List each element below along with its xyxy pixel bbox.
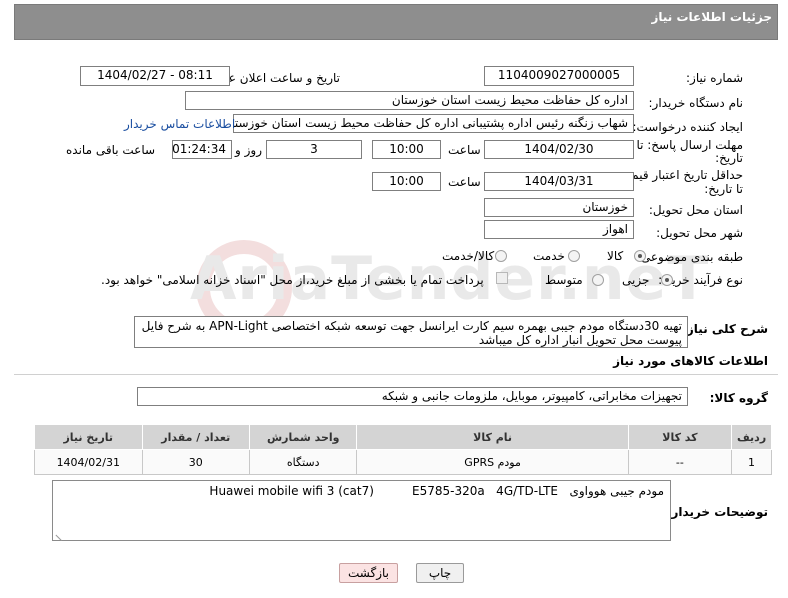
category-option-goods: کالا xyxy=(607,249,624,263)
response-deadline-time-field: 10:00 xyxy=(372,140,441,159)
buyer-notes-text: مودم جیبی هوواوی Huawei mobile wifi 3 (c… xyxy=(209,484,664,498)
process-radio-medium[interactable] xyxy=(592,274,604,286)
delivery-city-field: اهواز xyxy=(484,220,634,239)
announce-datetime-field: 1404/02/27 - 08:11 xyxy=(80,66,230,86)
delivery-province-label: استان محل تحویل: xyxy=(648,203,743,217)
general-description-field: تهیه 30دستگاه مودم جیبی بهمره سیم کارت ا… xyxy=(134,316,688,348)
process-radio-minor[interactable] xyxy=(661,274,673,286)
buyer-org-field: اداره کل حفاظت محیط زیست استان خوزستان xyxy=(185,91,634,110)
general-description-label: شرح کلی نیاز: xyxy=(682,322,768,336)
process-option-medium: متوسط xyxy=(545,273,583,287)
goods-section-title: اطلاعات کالاهای مورد نیاز xyxy=(613,354,768,368)
response-deadline-label-line2: تاریخ: xyxy=(715,151,743,165)
response-deadline-days-label: روز و xyxy=(235,143,262,157)
table-row: 1 -- مودم GPRS دستگاه 30 1404/02/31 xyxy=(34,449,772,475)
category-option-goods-service: کالا/خدمت xyxy=(442,249,495,263)
requester-label: ایجاد کننده درخواست: xyxy=(632,120,743,134)
goods-group-label: گروه کالا: xyxy=(709,391,768,405)
treasury-payment-checkbox[interactable] xyxy=(496,272,508,284)
col-code: کد کالا xyxy=(627,424,733,450)
goods-section-divider xyxy=(14,374,778,375)
response-deadline-date-field: 1404/02/30 xyxy=(484,140,634,159)
goods-group-field: تجهیزات مخابراتی، کامپیوتر، موبایل، ملزو… xyxy=(137,387,688,406)
cell-code: -- xyxy=(627,449,733,475)
cell-qty: 30 xyxy=(141,449,251,475)
cell-date: 1404/02/31 xyxy=(34,449,143,475)
goods-table-header: ردیف کد کالا نام کالا واحد شمارش تعداد /… xyxy=(34,424,772,450)
category-radio-goods[interactable] xyxy=(634,250,646,262)
delivery-province-field: خوزستان xyxy=(484,198,634,217)
requester-field: شهاب زنگنه رئیس اداره پشتیبانی اداره کل … xyxy=(233,114,634,133)
process-option-minor: جزیی xyxy=(622,273,650,287)
price-validity-date-field: 1404/03/31 xyxy=(484,172,634,191)
category-radio-goods-service[interactable] xyxy=(495,250,507,262)
goods-table: ردیف کد کالا نام کالا واحد شمارش تعداد /… xyxy=(34,424,772,475)
price-validity-time-field: 10:00 xyxy=(372,172,441,191)
cell-name: مودم GPRS xyxy=(356,449,629,475)
delivery-city-label: شهر محل تحویل: xyxy=(656,226,743,240)
category-option-service: خدمت xyxy=(533,249,565,263)
response-deadline-time-label: ساعت xyxy=(448,143,481,157)
page-title: جزئیات اطلاعات نیاز xyxy=(651,10,772,24)
treasury-payment-note: پرداخت تمام یا بخشی از مبلغ خرید،از محل … xyxy=(101,273,484,287)
cell-unit: دستگاه xyxy=(248,449,358,475)
buyer-notes-field: مودم جیبی هوواوی Huawei mobile wifi 3 (c… xyxy=(52,480,671,541)
buyer-notes-label: توضیحات خریدار: xyxy=(666,505,768,519)
col-qty: تعداد / مقدار xyxy=(141,424,251,450)
price-validity-label-line2: تا تاریخ: xyxy=(704,182,743,196)
col-unit: واحد شمارش xyxy=(248,424,358,450)
price-validity-label-line1: حداقل تاریخ اعتبار قیمت: xyxy=(616,168,743,182)
back-button[interactable]: بازگشت xyxy=(339,563,398,583)
price-validity-time-label: ساعت xyxy=(448,175,481,189)
category-label: طبقه بندی موضوعی: xyxy=(636,250,743,264)
cell-row: 1 xyxy=(731,449,772,475)
buyer-contact-link[interactable]: اطلاعات تماس خریدار xyxy=(124,117,235,131)
remaining-time-label: ساعت باقی مانده xyxy=(66,143,156,157)
response-deadline-days-field: 3 xyxy=(266,140,362,159)
category-radio-service[interactable] xyxy=(568,250,580,262)
need-number-label: شماره نیاز: xyxy=(686,71,743,85)
need-number-field: 1104009027000005 xyxy=(484,66,634,86)
remaining-time-field: 01:24:34 xyxy=(172,140,232,159)
col-row: ردیف xyxy=(731,424,772,450)
print-button[interactable]: چاپ xyxy=(416,563,464,583)
col-name: نام کالا xyxy=(356,424,629,450)
col-date: تاریخ نیاز xyxy=(34,424,143,450)
response-deadline-label-line1: مهلت ارسال پاسخ: تا xyxy=(636,138,743,152)
buyer-org-label: نام دستگاه خریدار: xyxy=(648,96,744,110)
